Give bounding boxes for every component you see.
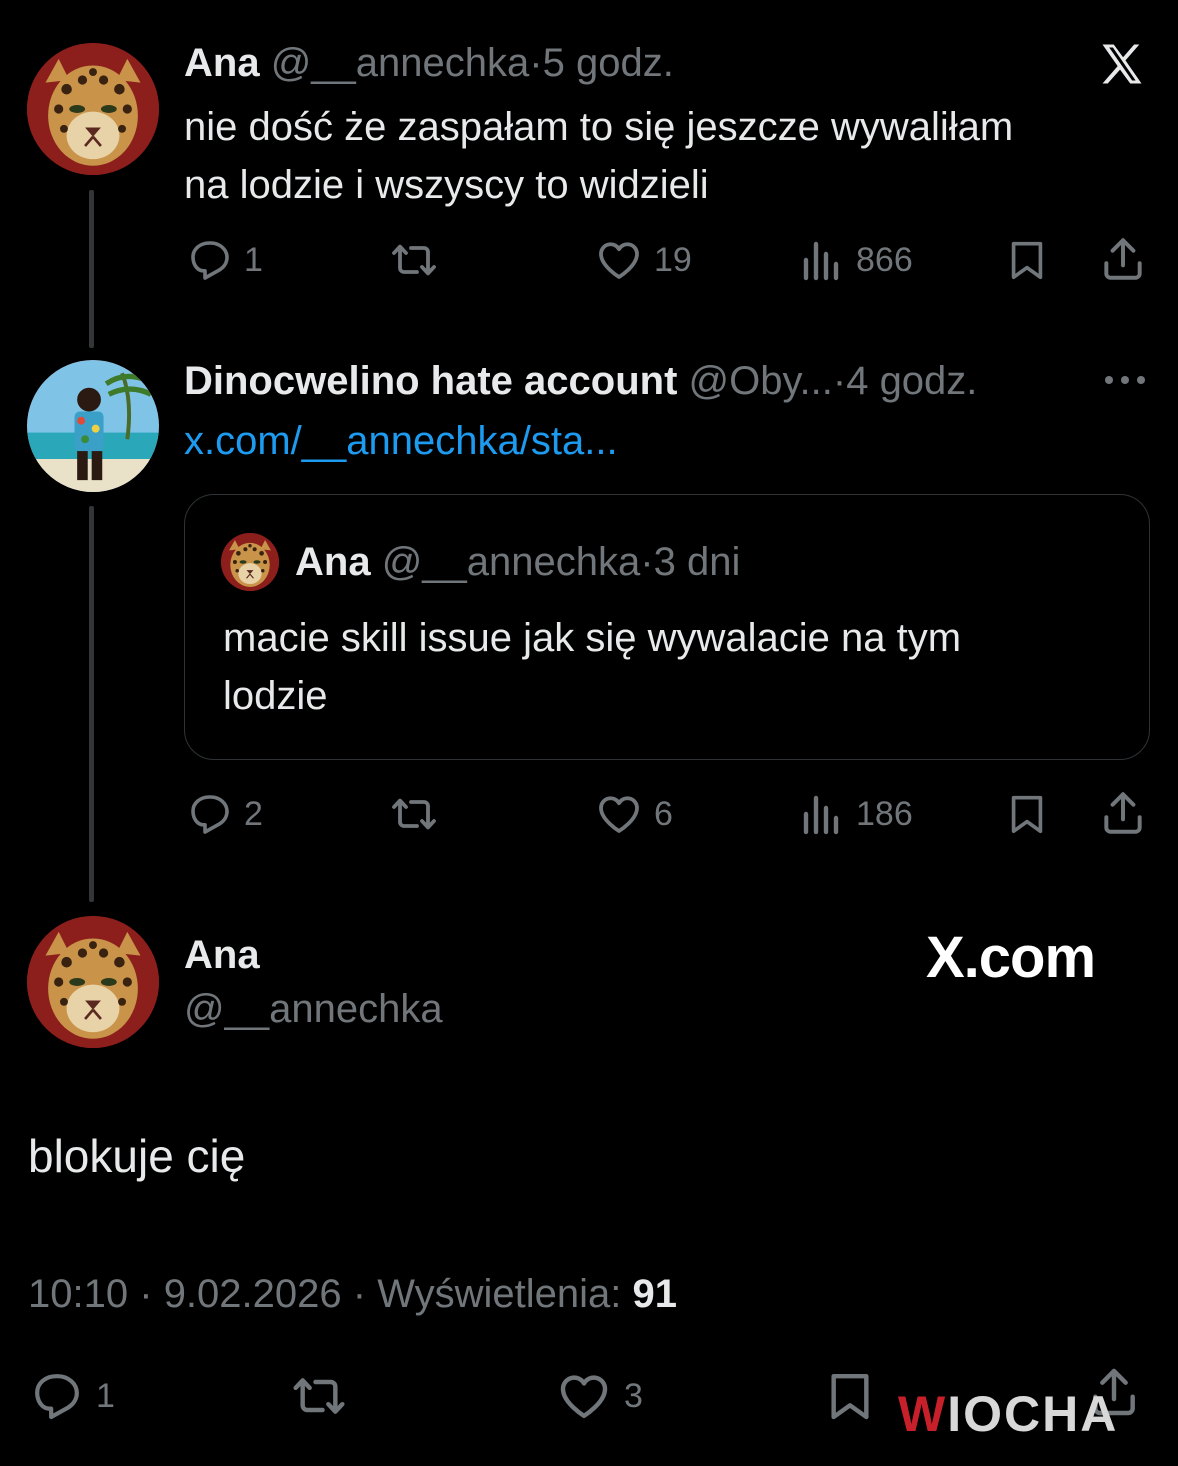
like-button[interactable]: 3 xyxy=(554,1368,643,1424)
tweet-header: Dinocwelino hate account @Oby...·4 godz. xyxy=(184,358,977,404)
retweet-button[interactable] xyxy=(388,790,440,838)
retweet-icon xyxy=(388,236,440,284)
share-icon xyxy=(1098,234,1148,284)
like-icon xyxy=(554,1368,614,1424)
share-button[interactable] xyxy=(1098,234,1148,284)
retweet-icon xyxy=(388,790,440,838)
views-icon xyxy=(798,236,846,284)
separator-dot: · xyxy=(139,1272,153,1316)
quote-text: macie skill issue jak się wywalacie na t… xyxy=(223,609,961,725)
reply-count: 1 xyxy=(244,240,263,279)
bookmark-button[interactable] xyxy=(1004,236,1050,284)
beach-photo-avatar-icon xyxy=(27,360,159,492)
bookmark-button[interactable] xyxy=(1004,790,1050,838)
reply-icon xyxy=(186,236,234,284)
more-icon[interactable] xyxy=(1102,370,1148,395)
avatar[interactable] xyxy=(27,360,159,492)
author-name: Ana xyxy=(295,540,371,584)
tweet-text-line: nie dość że zaspałam to się jeszcze wywa… xyxy=(184,105,1014,149)
retweet-button[interactable] xyxy=(388,236,440,284)
retweet-icon xyxy=(286,1368,352,1424)
quote-header: Ana @__annechka·3 dni xyxy=(295,539,740,585)
separator-dot: · xyxy=(352,1272,367,1316)
tweet-meta: 10:10 · 9.02.2026 · Wyświetlenia: 91 xyxy=(28,1270,677,1318)
share-button[interactable] xyxy=(1098,788,1148,838)
share-icon xyxy=(1098,788,1148,838)
x-logo-icon[interactable] xyxy=(1096,38,1148,90)
like-icon xyxy=(594,790,644,838)
reply-icon xyxy=(28,1368,86,1424)
avatar[interactable] xyxy=(27,916,159,1048)
author-handle[interactable]: @__annechka xyxy=(271,41,530,85)
reply-button[interactable]: 1 xyxy=(28,1368,115,1424)
author-name[interactable]: Ana xyxy=(184,932,260,978)
reply-count: 2 xyxy=(244,794,263,833)
separator-dot: · xyxy=(640,540,654,584)
views-button[interactable]: 866 xyxy=(798,236,913,284)
tweet-link[interactable]: x.com/__annechka/sta... xyxy=(184,416,618,466)
tweet-header: Ana @__annechka·5 godz. xyxy=(184,40,674,86)
reply-button[interactable]: 1 xyxy=(186,236,263,284)
views-icon xyxy=(798,790,846,838)
leopard-avatar-icon xyxy=(221,533,279,591)
thread-line xyxy=(89,190,94,348)
like-button[interactable]: 6 xyxy=(594,790,673,838)
avatar[interactable] xyxy=(27,43,159,175)
tweet-date[interactable]: 9.02.2026 xyxy=(164,1272,342,1316)
author-name[interactable]: Ana xyxy=(184,41,260,85)
reply-icon xyxy=(186,790,234,838)
tweet-text-line: na lodzie i wszyscy to widzieli xyxy=(184,163,709,207)
tweet-time[interactable]: 10:10 xyxy=(28,1272,128,1316)
tweet-text: blokuje cię xyxy=(28,1130,246,1182)
avatar[interactable] xyxy=(221,533,279,591)
tweet-text: nie dość że zaspałam to się jeszcze wywa… xyxy=(184,98,1013,214)
watermark: WIOCHA xyxy=(898,1386,1119,1442)
quoted-tweet[interactable]: Ana @__annechka·3 dni macie skill issue … xyxy=(184,494,1150,760)
views-count: 186 xyxy=(856,794,913,833)
separator-dot: · xyxy=(529,41,543,85)
views-label: Wyświetlenia: xyxy=(377,1272,622,1316)
bookmark-icon xyxy=(1004,790,1050,838)
like-count: 3 xyxy=(624,1376,643,1415)
quote-text-line: macie skill issue jak się wywalacie na t… xyxy=(223,616,962,660)
tweet-time[interactable]: 4 godz. xyxy=(846,359,977,403)
tweet-time: 3 dni xyxy=(653,540,741,584)
author-handle: @__annechka xyxy=(381,540,641,584)
x-com-logo: X.com xyxy=(926,925,1096,990)
leopard-avatar-icon xyxy=(27,43,159,175)
author-handle[interactable]: @Oby... xyxy=(689,359,833,403)
leopard-avatar-icon xyxy=(27,916,159,1048)
like-count: 19 xyxy=(654,240,692,279)
like-icon xyxy=(594,236,644,284)
author-name[interactable]: Dinocwelino hate account xyxy=(184,359,677,403)
views-count: 91 xyxy=(632,1272,678,1316)
reply-count: 1 xyxy=(96,1376,115,1415)
views-count: 866 xyxy=(856,240,913,279)
author-handle[interactable]: @__annechka xyxy=(184,986,443,1032)
bookmark-icon xyxy=(822,1368,878,1424)
retweet-button[interactable] xyxy=(286,1368,352,1424)
thread-line xyxy=(89,506,94,902)
separator-dot: · xyxy=(832,359,847,403)
bookmark-button[interactable] xyxy=(822,1368,878,1424)
tweet-time[interactable]: 5 godz. xyxy=(543,41,674,85)
quote-text-line: lodzie xyxy=(223,674,328,718)
like-button[interactable]: 19 xyxy=(594,236,692,284)
views-button[interactable]: 186 xyxy=(798,790,913,838)
reply-button[interactable]: 2 xyxy=(186,790,263,838)
like-count: 6 xyxy=(654,794,673,833)
bookmark-icon xyxy=(1004,236,1050,284)
